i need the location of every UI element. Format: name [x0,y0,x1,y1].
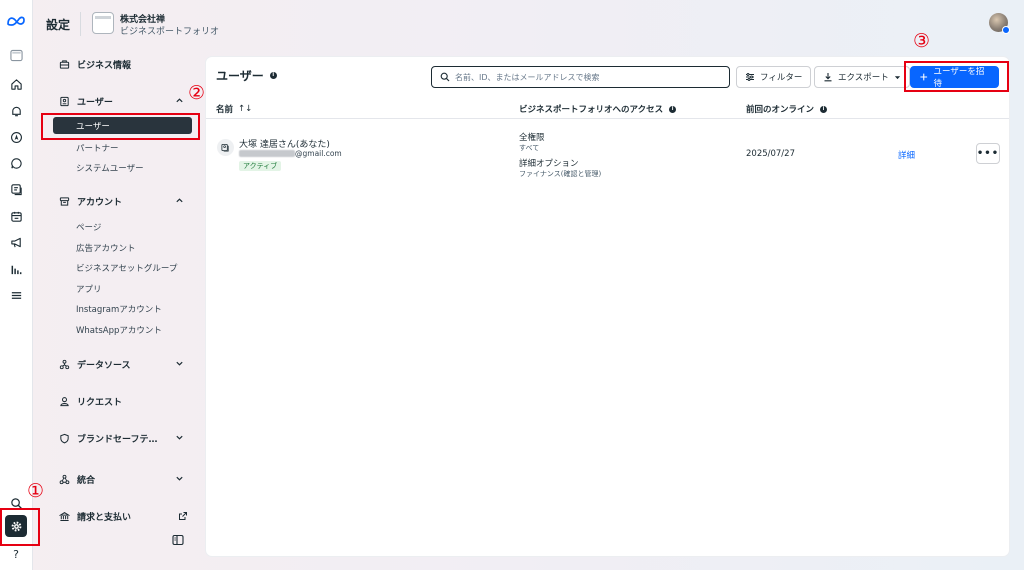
panel-title: ユーザー i [216,67,277,84]
sidebar-item-label: リクエスト [77,397,123,408]
business-portfolio-icon[interactable] [92,12,114,34]
external-link-icon [179,512,187,520]
sidebar-item-system-users[interactable]: システムユーザー [76,162,144,174]
help-icon[interactable]: ? [5,543,27,565]
access-primary: 全権限 [519,133,545,143]
export-button[interactable]: エクスポート [814,66,910,88]
topbar-divider [80,12,81,36]
access-detail: 詳細オプション [519,159,579,169]
annotation-box-invite [904,61,1009,92]
briefcase-icon [58,58,70,70]
sidebar-section-users[interactable]: ユーザー [44,92,200,110]
annotation-marker-1: ① [27,480,45,502]
person-icon [58,395,70,407]
more-options-button[interactable]: ••• [976,143,1000,164]
status-badge: アクティブ [239,161,282,171]
chevron-up-icon [176,198,183,203]
insights-icon[interactable] [5,258,27,280]
menu-icon[interactable] [5,284,27,306]
user-badge-icon [217,139,234,156]
users-panel: ユーザー i フィルター エクスポート ユーザーを招待 名前 ↑↓ ビジネスポー… [206,57,1009,556]
email-redacted [239,150,295,157]
archive-icon [58,195,70,207]
calendar-icon[interactable] [5,205,27,227]
sidebar-item-label: 請求と支払い [77,512,132,523]
facebook-badge-icon [1002,26,1010,34]
data-source-icon [58,358,70,370]
caret-down-icon [894,75,900,79]
portfolio-subtitle: ビジネスポートフォリオ [120,27,220,37]
bell-icon[interactable] [5,100,27,122]
details-link[interactable]: 詳細 [898,149,915,161]
annotation-marker-3: ③ [913,30,931,52]
collapse-panel-icon[interactable] [172,534,184,546]
column-header-access: ビジネスポートフォリオへのアクセス i [519,103,677,115]
annotation-box-users [41,113,200,140]
sidebar-section-label: ユーザー [77,97,113,108]
sidebar-section-label: データソース [77,360,131,371]
compass-icon[interactable] [5,126,27,148]
sidebar-item-ad-accounts[interactable]: 広告アカウント [76,242,136,254]
sidebar-item-business-asset-groups[interactable]: ビジネスアセットグループ [76,262,177,274]
home-icon[interactable] [5,73,27,95]
filter-sliders-icon [746,73,754,81]
export-button-label: エクスポート [838,73,889,83]
column-header-last-online: 前回のオンライン i [746,103,828,115]
column-header-name[interactable]: 名前 ↑↓ [216,103,252,115]
sidebar-item-instagram-accounts[interactable]: Instagramアカウント [76,303,162,315]
annotation-marker-2: ② [188,82,206,104]
access-primary-sub: すべて [519,144,540,152]
header-divider [206,118,1009,119]
megaphone-icon[interactable] [5,231,27,253]
sidebar-section-brand-safety[interactable]: ブランドセーフテ… [44,429,200,447]
chevron-down-icon [176,435,183,440]
sidebar-item-partners[interactable]: パートナー [76,142,119,154]
sidebar-section-accounts[interactable]: アカウント [44,192,200,210]
avatar[interactable] [989,13,1010,34]
sidebar-item-billing[interactable]: 請求と支払い [44,507,200,525]
pages-icon[interactable] [5,178,27,200]
sidebar-item-label: ビジネス情報 [77,60,132,71]
shield-icon [58,432,70,444]
filter-button-label: フィルター [760,73,803,83]
last-online-date: 2025/07/27 [746,149,795,159]
email-domain: @gmail.com [295,149,342,158]
meta-logo-icon[interactable] [5,10,27,32]
sort-icon[interactable]: ↑↓ [238,104,252,114]
id-card-icon [58,95,70,107]
panel-title-text: ユーザー [216,69,264,83]
sidebar-item-business-info[interactable]: ビジネス情報 [44,55,200,73]
annotation-box-settings [0,508,40,546]
sidebar-item-pages[interactable]: ページ [76,221,101,233]
info-icon[interactable]: i [669,105,677,113]
chevron-down-icon [176,476,183,481]
sidebar-section-label: アカウント [77,197,123,208]
search-input[interactable] [455,72,705,82]
chevron-up-icon [176,98,183,103]
sidebar-section-integrations[interactable]: 統合 [44,470,200,488]
search-icon [440,72,450,82]
chat-icon[interactable] [5,152,27,174]
sidebar-section-label: 統合 [77,475,96,486]
search-box[interactable] [431,66,730,88]
chevron-down-icon [176,361,183,366]
sidebar-item-apps[interactable]: アプリ [76,283,102,295]
sidebar-item-requests[interactable]: リクエスト [44,392,200,410]
sidebar-section-data-sources[interactable]: データソース [44,355,200,373]
page-title: 設定 [46,18,71,32]
bank-icon [58,510,70,522]
info-icon[interactable]: i [820,105,828,113]
download-icon [824,73,832,82]
info-icon[interactable]: i [269,72,277,79]
integrations-icon [58,473,70,485]
filter-button[interactable]: フィルター [736,66,812,88]
sidebar-item-whatsapp-accounts[interactable]: WhatsAppアカウント [76,324,162,336]
business-portfolio-icon[interactable] [5,44,27,66]
access-detail-sub: ファイナンス(確認と管理) [519,170,602,178]
sidebar-section-label: ブランドセーフテ… [77,434,158,445]
